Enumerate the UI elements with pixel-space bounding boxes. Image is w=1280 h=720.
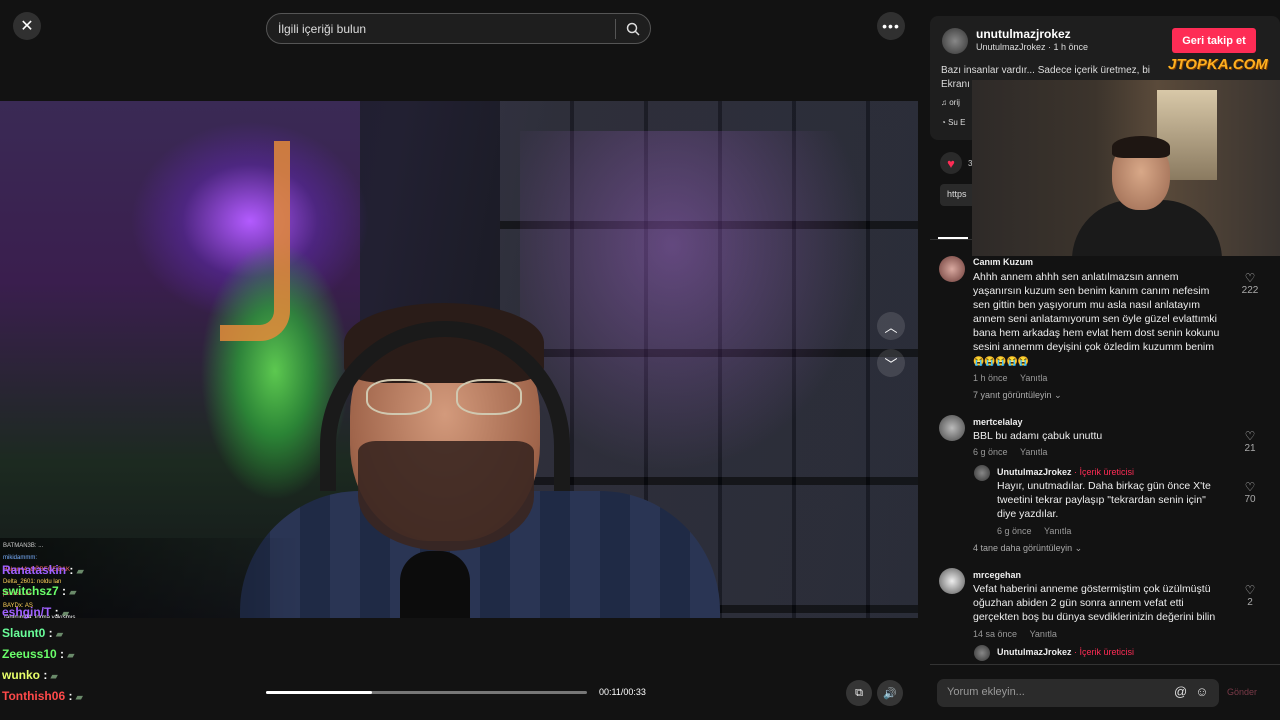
comment-text: BBL bu adamı çabuk unuttu <box>973 430 1103 442</box>
commenter-avatar[interactable] <box>974 645 990 661</box>
pip-icon: ⧉ <box>855 686 863 699</box>
reply-button[interactable]: Yanıtla <box>1030 629 1057 639</box>
commenter-avatar[interactable] <box>939 415 965 441</box>
comment-time: 14 sa önce <box>973 629 1018 639</box>
floating-player-button[interactable]: ⧉ <box>846 680 872 706</box>
heart-outline-icon[interactable]: ♡ <box>1240 481 1260 494</box>
mention-icon[interactable]: @ <box>1174 684 1187 699</box>
site-watermark: JTOPKA.COM <box>1168 56 1268 73</box>
search-bar[interactable]: İlgili içeriği bulun <box>266 13 651 44</box>
emote-icon: ▰ <box>76 566 84 576</box>
stream-chat-large: Ranataskin : ▰ switchsz7 : ▰ eshgin/T : ▰ S… <box>2 560 202 707</box>
comment-like[interactable]: ♡ 70 <box>1240 481 1260 506</box>
author-username[interactable]: unutulmazjrokez <box>976 27 1071 41</box>
comment-like[interactable]: ♡ 2 <box>1240 584 1260 609</box>
next-video-button[interactable]: ﹀ <box>877 349 905 377</box>
search-button[interactable] <box>616 22 650 36</box>
webcam-overlay <box>972 80 1280 256</box>
video-time: 00:11/00:33 <box>599 687 646 697</box>
view-replies-button[interactable]: 7 yanıt görüntüleyin ⌄ <box>973 390 1062 401</box>
heart-icon[interactable]: ♥ <box>940 152 962 174</box>
comment-like[interactable]: ♡ 21 <box>1240 430 1260 455</box>
emote-icon: ▰ <box>67 650 75 660</box>
stream-chat-name: eshgin/T : ▰ <box>2 605 69 619</box>
previous-video-button[interactable]: ︿ <box>877 312 905 340</box>
comment-like[interactable]: ♡ 222 <box>1240 272 1260 297</box>
more-options-button[interactable]: ••• <box>877 12 905 40</box>
heart-outline-icon[interactable]: ♡ <box>1240 272 1260 285</box>
volume-button[interactable]: 🔊 <box>877 680 903 706</box>
comment-text: Vefat haberini anneme göstermiştim çok ü… <box>973 583 1216 623</box>
commenter-name[interactable]: Canım Kuzum <box>973 257 1033 267</box>
stream-chat-line: BATMAN3B: ... <box>3 543 44 549</box>
like-count[interactable]: ♥ 3 <box>940 152 972 174</box>
more-icon: ••• <box>882 18 900 34</box>
microphone <box>400 551 470 618</box>
search-icon <box>626 22 640 36</box>
emote-icon: ▰ <box>62 608 69 618</box>
comment-time: 6 g önce <box>997 526 1032 536</box>
send-button[interactable]: Gönder <box>1227 687 1257 697</box>
commenter-name[interactable]: UnutulmazJrokez · İçerik üreticisi <box>997 467 1134 477</box>
stream-chat-name: Ranataskin : ▰ <box>2 563 84 577</box>
stream-chat-name: switchsz7 : ▰ <box>2 584 77 598</box>
chevron-up-icon: ︿ <box>884 319 898 335</box>
commenter-name[interactable]: mertcelalay <box>973 417 1023 427</box>
video-frame[interactable]: BATMAN3B: ... mikidammm: Hakan44: GÖBEĞE … <box>0 101 918 618</box>
author-avatar[interactable] <box>942 28 968 54</box>
sound-link[interactable]: ◔ Su E <box>941 118 965 127</box>
glasses <box>366 379 526 415</box>
emote-icon: ▰ <box>50 671 58 681</box>
emote-icon: ▰ <box>56 629 63 639</box>
heart-outline-icon[interactable]: ♡ <box>1240 584 1260 597</box>
comment-time: 1 h önce <box>973 373 1008 383</box>
comment-time: 6 g önce <box>973 447 1008 457</box>
stream-chat-name: Slaunt0 : ▰ <box>2 626 63 640</box>
commenter-avatar[interactable] <box>939 256 965 282</box>
stream-chat-name: wunko : ▰ <box>2 668 58 682</box>
video-stage: BATMAN3B: ... mikidammm: Hakan44: GÖBEĞE … <box>0 0 918 720</box>
emoji-icon[interactable]: ☺ <box>1195 684 1208 699</box>
creator-badge: · İçerik üreticisi <box>1074 647 1135 657</box>
details-panel: unutulmazjrokez UnutulmazJrokez · 1 h ön… <box>930 0 1280 720</box>
stream-chat-name: Tonthish06 : ▰ <box>2 689 83 703</box>
comment-list: Canım Kuzum Ahhh annem ahhh sen anlatılm… <box>930 252 1280 664</box>
commenter-avatar[interactable] <box>939 568 965 594</box>
stream-chat-name: Zeeuss10 : ▰ <box>2 647 75 661</box>
heart-outline-icon[interactable]: ♡ <box>1240 430 1260 443</box>
music-link[interactable]: ♫ orij <box>941 98 960 107</box>
comment-composer: Yorum ekleyin... @ ☺ Gönder <box>930 664 1280 720</box>
chevron-down-icon: ﹀ <box>884 356 898 372</box>
video-progress-bar[interactable] <box>266 691 587 694</box>
author-subtitle: UnutulmazJrokez · 1 h önce <box>976 42 1089 52</box>
commenter-avatar[interactable] <box>974 465 990 481</box>
comment-text: Ahhh annem ahhh sen anlatılmazsın annem y… <box>973 271 1220 366</box>
commenter-name[interactable]: mrcegehan <box>973 570 1021 580</box>
commenter-name[interactable]: UnutulmazJrokez · İçerik üreticisi <box>997 647 1134 657</box>
close-button[interactable]: ✕ <box>13 12 41 40</box>
creator-badge: · İçerik üreticisi <box>1074 467 1135 477</box>
reply-button[interactable]: Yanıtla <box>1020 373 1047 383</box>
reply-button[interactable]: Yanıtla <box>1044 526 1071 536</box>
streamer <box>240 301 720 618</box>
search-input[interactable]: İlgili içeriği bulun <box>267 22 615 36</box>
progress-fill <box>266 691 372 694</box>
close-icon: ✕ <box>20 18 34 35</box>
view-more-replies-button[interactable]: 4 tane daha görüntüleyin ⌄ <box>973 543 1082 554</box>
emote-icon: ▰ <box>75 692 83 702</box>
volume-icon: 🔊 <box>883 687 897 700</box>
follow-back-button[interactable]: Geri takip et <box>1172 28 1256 53</box>
comment-text: Hayır, unutmadılar. Daha birkaç gün önce… <box>997 480 1211 520</box>
emote-icon: ▰ <box>69 587 77 597</box>
reply-button[interactable]: Yanıtla <box>1020 447 1047 457</box>
